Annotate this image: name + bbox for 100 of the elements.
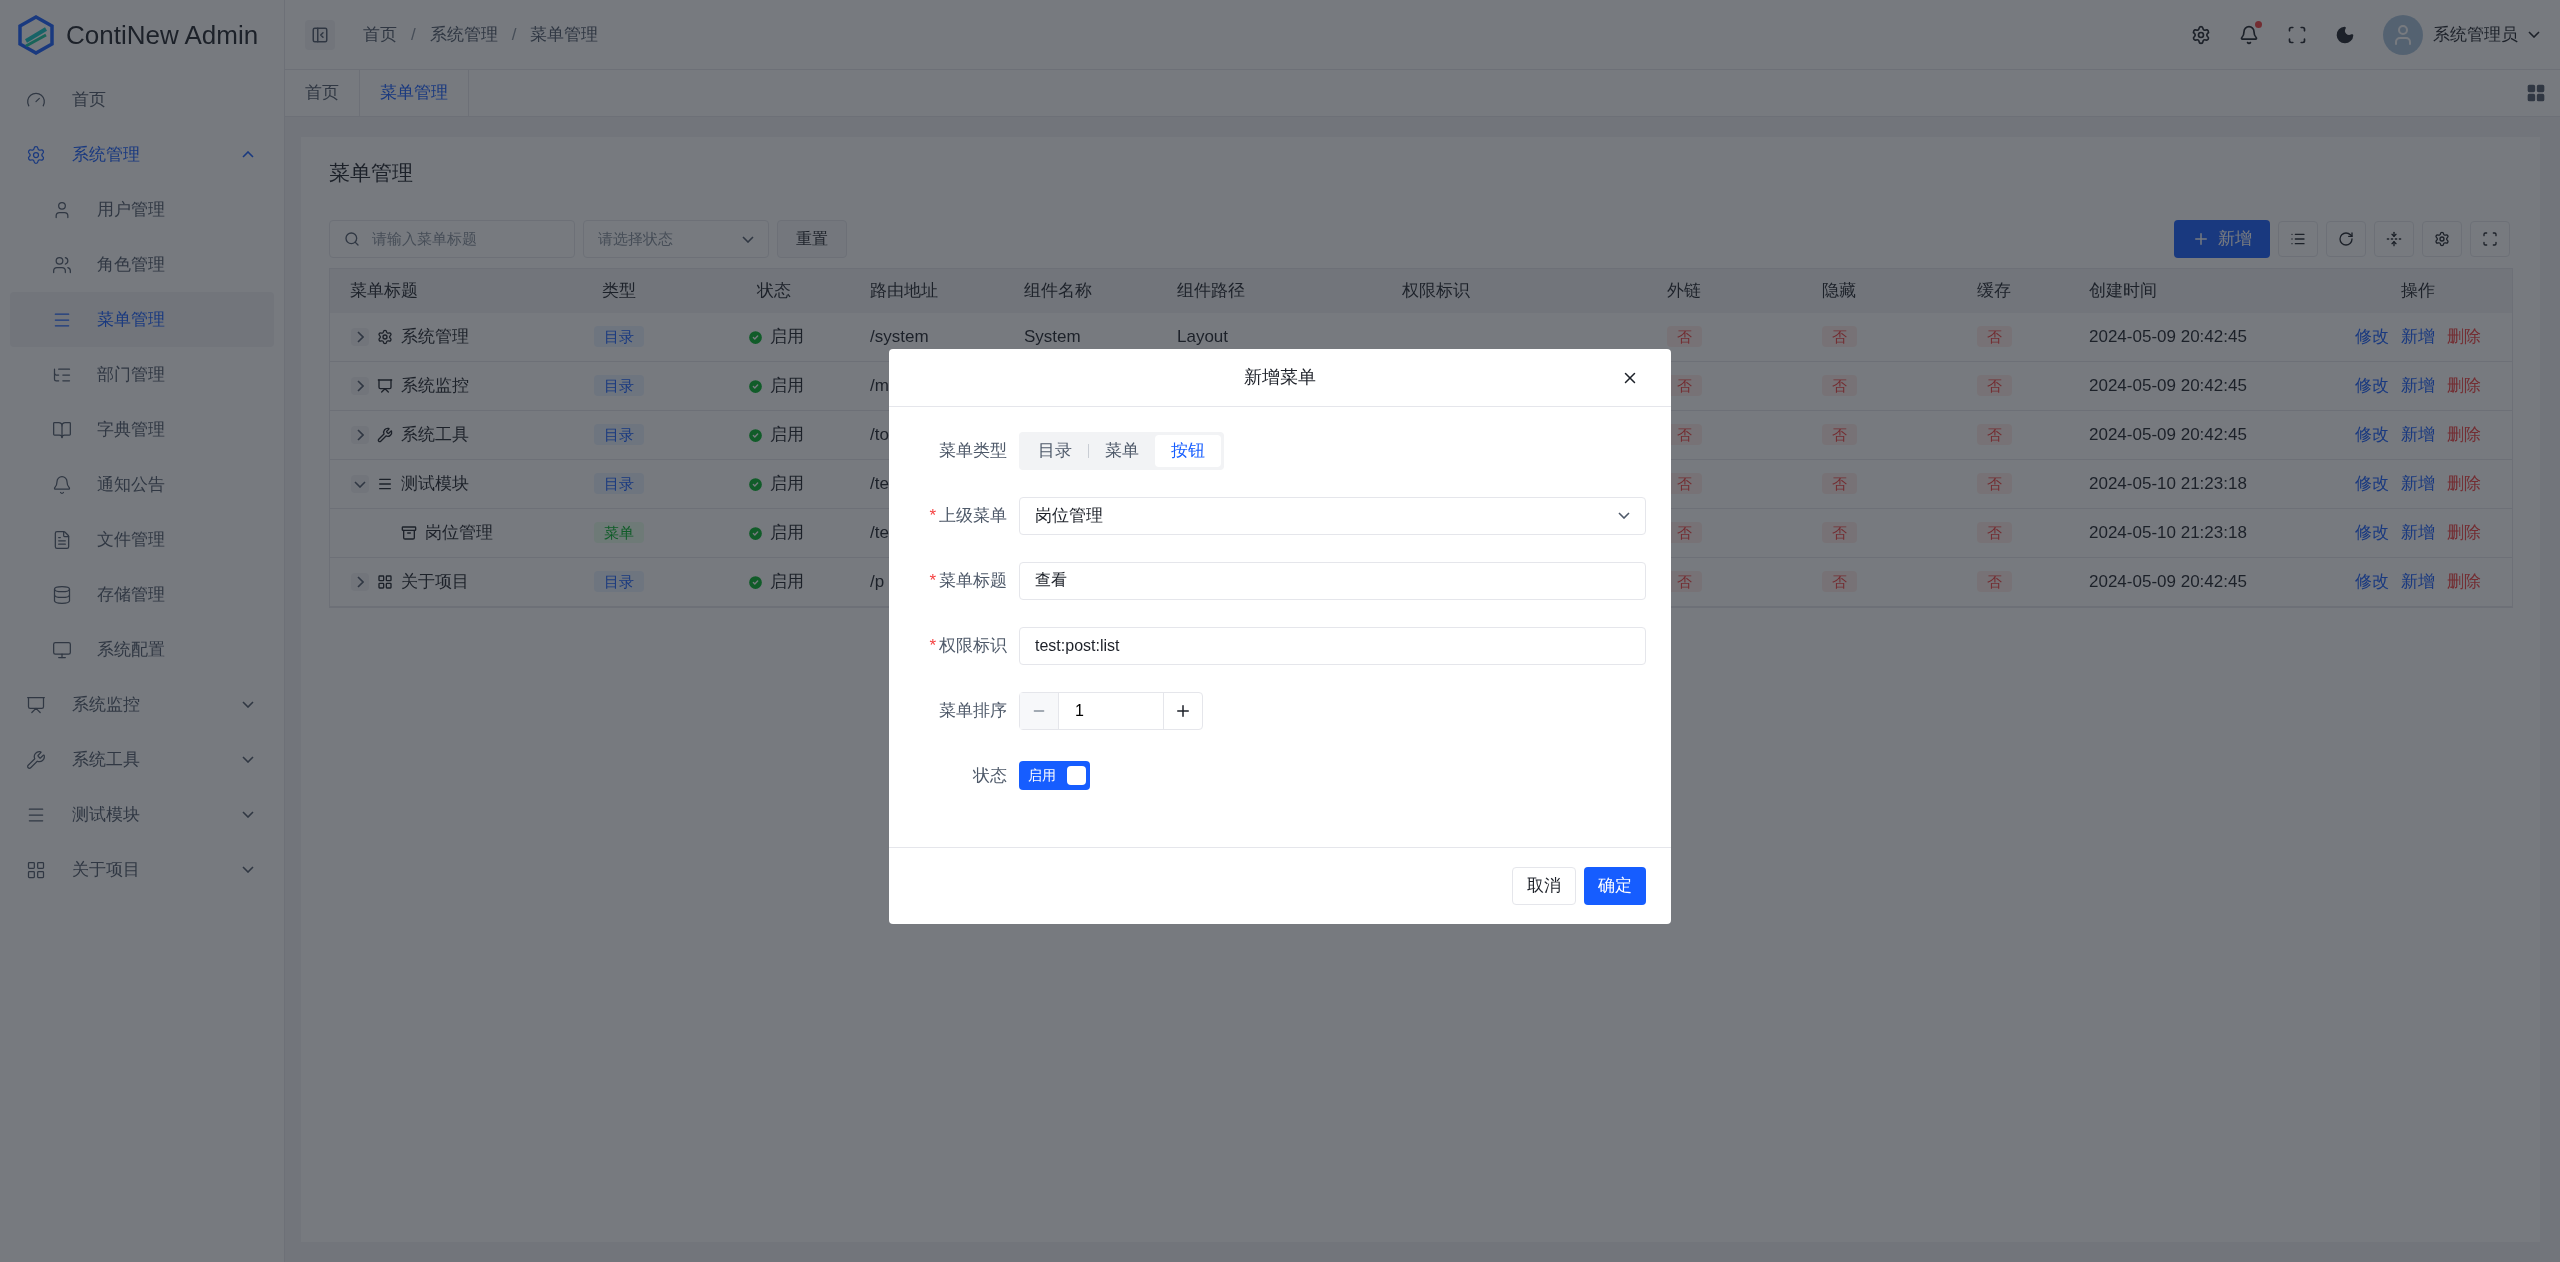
tag: 否 (1822, 473, 1857, 495)
sidebar-item[interactable]: 菜单管理 (10, 292, 274, 347)
table-cell: 2024-05-09 20:42:45 (2089, 376, 2247, 396)
text-input[interactable]: 查看 (1019, 561, 1646, 600)
expand-toggle[interactable] (351, 426, 369, 444)
table-cell: 2024-05-09 20:42:45 (2089, 572, 2247, 592)
required-asterisk: * (929, 569, 936, 592)
menu-item-icon (377, 574, 393, 590)
action-link[interactable]: 修改 (2355, 471, 2389, 497)
action-link[interactable]: 删除 (2447, 520, 2481, 546)
table-cell: 2024-05-09 20:42:45 (2089, 327, 2247, 347)
action-link[interactable]: 删除 (2447, 324, 2481, 350)
sidebar-item[interactable]: 关于项目 (10, 842, 274, 897)
tag: 否 (1977, 424, 2012, 446)
sidebar-item[interactable]: 首页 (10, 72, 274, 127)
cancel-button[interactable]: 取消 (1512, 867, 1576, 905)
sidebar-item[interactable]: 字典管理 (10, 402, 274, 457)
check-circle-icon (747, 573, 764, 591)
grid-icon[interactable] (2526, 83, 2546, 103)
menu-item-icon (377, 476, 393, 492)
expand-toggle[interactable] (351, 475, 369, 493)
reset-button[interactable]: 重置 (777, 220, 847, 258)
sidebar-item[interactable]: 存储管理 (10, 567, 274, 622)
sidebar-item[interactable]: 系统监控 (10, 677, 274, 732)
segment-option[interactable]: 按钮 (1155, 434, 1221, 467)
tag: 目录 (594, 375, 644, 397)
fullscreen-button[interactable] (2470, 221, 2510, 257)
action-link[interactable]: 新增 (2401, 569, 2435, 595)
action-link[interactable]: 删除 (2447, 373, 2481, 399)
table-cell: /to (870, 425, 889, 445)
chevron-right-icon (356, 331, 364, 343)
action-link[interactable]: 新增 (2401, 324, 2435, 350)
sidebar-item[interactable]: 系统工具 (10, 732, 274, 787)
action-link[interactable]: 修改 (2355, 520, 2389, 546)
breadcrumb-link[interactable]: 菜单管理 (530, 21, 599, 48)
action-link[interactable]: 修改 (2355, 422, 2389, 448)
sidebar-item[interactable]: 用户管理 (10, 182, 274, 237)
menu-item-icon (26, 749, 46, 770)
sidebar-item[interactable]: 通知公告 (10, 457, 274, 512)
text-input[interactable]: test:post:list (1019, 626, 1646, 665)
action-link[interactable]: 新增 (2401, 471, 2435, 497)
page-tab[interactable]: 菜单管理 (360, 70, 469, 116)
expand-toggle[interactable] (351, 377, 369, 395)
table-cell: /m (870, 376, 889, 396)
table-cell-text: 启用 (770, 473, 804, 496)
expand-toggle[interactable] (351, 573, 369, 591)
column-header: 隐藏 (1822, 281, 1856, 301)
segment-option[interactable]: 菜单 (1089, 434, 1155, 467)
settings-button[interactable] (2422, 221, 2462, 257)
table-cell: System (1024, 327, 1081, 347)
number-input[interactable]: 1 (1019, 691, 1203, 730)
column-header: 路由地址 (870, 281, 938, 301)
sidebar-item[interactable]: 测试模块 (10, 787, 274, 842)
parent-menu-select[interactable]: 岗位管理 (1019, 496, 1646, 535)
table-cell-text: 测试模块 (401, 473, 469, 496)
sidebar-item[interactable]: 角色管理 (10, 237, 274, 292)
segment-option[interactable]: 目录 (1022, 434, 1088, 467)
user-name[interactable]: 系统管理员 (2433, 21, 2518, 48)
action-link[interactable]: 新增 (2401, 422, 2435, 448)
column-header: 权限标识 (1402, 281, 1470, 301)
add-button[interactable]: 新增 (2174, 220, 2270, 258)
action-link[interactable]: 修改 (2355, 569, 2389, 595)
breadcrumb-separator: / (511, 23, 517, 46)
action-link[interactable]: 新增 (2401, 520, 2435, 546)
list-density-button[interactable] (2278, 221, 2318, 257)
settings-icon[interactable] (2191, 24, 2211, 45)
fullscreen-icon[interactable] (2287, 24, 2307, 45)
expand-toggle[interactable] (351, 328, 369, 346)
bell-icon[interactable] (2239, 24, 2259, 45)
action-link[interactable]: 删除 (2447, 569, 2481, 595)
collapse-sidebar-button[interactable] (305, 19, 335, 50)
action-link[interactable]: 删除 (2447, 471, 2481, 497)
action-link[interactable]: 修改 (2355, 324, 2389, 350)
table-cell: /system (870, 327, 929, 347)
status-switch[interactable]: 启用 (1019, 761, 1090, 790)
table-cell-text: 启用 (770, 571, 804, 594)
list-icon (2290, 231, 2306, 247)
breadcrumb-link[interactable]: 首页 (363, 21, 397, 48)
breadcrumb-link[interactable]: 系统管理 (429, 21, 498, 48)
sidebar-item[interactable]: 部门管理 (10, 347, 274, 402)
column-header: 组件路径 (1177, 281, 1245, 301)
tag: 否 (1822, 424, 1857, 446)
confirm-button[interactable]: 确定 (1584, 867, 1646, 905)
action-link[interactable]: 修改 (2355, 373, 2389, 399)
sidebar-item[interactable]: 系统管理 (10, 127, 274, 182)
moon-icon[interactable] (2335, 24, 2355, 45)
row-height-icon (2386, 231, 2402, 247)
sidebar-item[interactable]: 系统配置 (10, 622, 274, 677)
table-cell-text: 启用 (770, 424, 804, 447)
breadcrumb-separator: / (411, 23, 416, 46)
page-tab[interactable]: 首页 (285, 70, 360, 116)
action-link[interactable]: 新增 (2401, 373, 2435, 399)
chevron-down-icon[interactable] (2528, 31, 2540, 38)
menu-item-icon (26, 144, 46, 165)
sidebar-item[interactable]: 文件管理 (10, 512, 274, 567)
action-link[interactable]: 删除 (2447, 422, 2481, 448)
field-label: 权限标识 (939, 634, 1007, 657)
row-height-button[interactable] (2374, 221, 2414, 257)
refresh-button[interactable] (2326, 221, 2366, 257)
table-cell-text: 关于项目 (401, 571, 469, 594)
